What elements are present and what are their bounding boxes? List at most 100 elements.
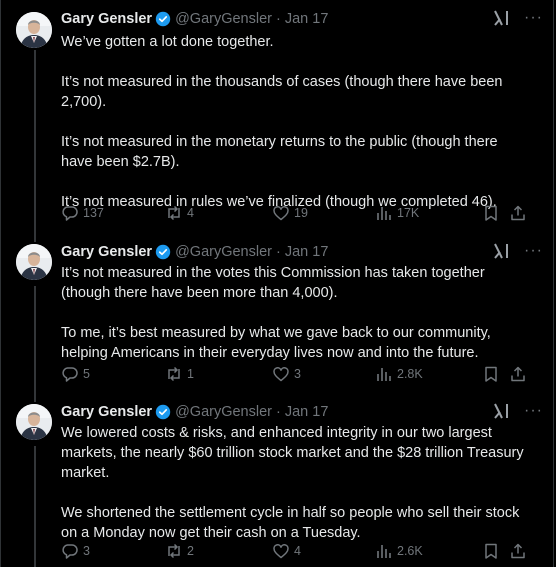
tweet-paragraph: It’s not measured in the thousands of ca… <box>61 74 503 110</box>
repost-count: 4 <box>187 206 194 220</box>
tweet-text: We’ve gotten a lot done together. It’s n… <box>61 32 531 212</box>
thread-connector <box>34 286 36 396</box>
bookmark-button[interactable] <box>482 203 500 223</box>
tweet-header: Gary Gensler @GaryGensler · Jan 17 ··· <box>61 402 543 422</box>
share-button[interactable] <box>509 203 527 223</box>
verified-badge-icon <box>155 11 171 27</box>
views-chart-icon <box>377 545 391 558</box>
author-name[interactable]: Gary Gensler <box>61 244 152 260</box>
repost-button[interactable]: 1 <box>165 364 194 384</box>
repost-button[interactable]: 4 <box>165 203 194 223</box>
thread-connector <box>34 50 36 236</box>
tweet-header: Gary Gensler @GaryGensler · Jan 17 ··· <box>61 9 543 29</box>
views-button[interactable]: 17K <box>375 203 419 223</box>
repost-icon <box>168 205 180 221</box>
share-button[interactable] <box>509 541 527 561</box>
verified-badge-icon <box>155 244 171 260</box>
tweet-header: Gary Gensler @GaryGensler · Jan 17 ··· <box>61 242 543 262</box>
bookmark-icon <box>485 366 497 382</box>
timeline: Gary Gensler @GaryGensler · Jan 17 ··· W… <box>0 0 554 567</box>
more-options-icon[interactable]: ··· <box>524 10 543 26</box>
share-button[interactable] <box>509 364 527 384</box>
reply-button[interactable]: 3 <box>61 541 90 561</box>
avatar-image <box>16 404 52 440</box>
reply-count: 137 <box>83 206 104 220</box>
like-count: 3 <box>294 367 301 381</box>
share-icon <box>511 366 525 382</box>
action-bar: 137 4 19 17K <box>61 203 527 223</box>
tweet-date[interactable]: Jan 17 <box>285 404 329 420</box>
view-count: 2.6K <box>397 544 423 558</box>
views-chart-icon <box>377 207 391 220</box>
reply-icon <box>62 544 78 559</box>
like-button[interactable]: 3 <box>272 364 301 384</box>
author-handle[interactable]: @GaryGensler <box>175 11 272 27</box>
action-bar: 5 1 3 2.8K <box>61 364 527 384</box>
more-options-icon[interactable]: ··· <box>524 403 543 419</box>
reply-button[interactable]: 5 <box>61 364 90 384</box>
reply-icon <box>62 367 78 382</box>
heart-icon <box>273 367 289 382</box>
views-button[interactable]: 2.6K <box>375 541 423 561</box>
tweet-paragraph: We shortened the settlement cycle in hal… <box>61 505 520 541</box>
reply-button[interactable]: 137 <box>61 203 104 223</box>
like-button[interactable]: 4 <box>272 541 301 561</box>
like-count: 4 <box>294 544 301 558</box>
verified-badge-icon <box>155 404 171 420</box>
tweet-text: We lowered costs & risks, and enhanced i… <box>61 423 531 543</box>
author-name[interactable]: Gary Gensler <box>61 404 152 420</box>
tweet-paragraph: It’s not measured in the monetary return… <box>61 134 498 170</box>
bookmark-icon <box>485 543 497 559</box>
like-button[interactable]: 19 <box>272 203 308 223</box>
reply-icon <box>62 206 78 221</box>
thread-connector <box>34 396 36 402</box>
views-chart-icon <box>377 368 391 381</box>
avatar-image <box>16 244 52 280</box>
avatar-image <box>16 12 52 48</box>
reply-count: 3 <box>83 544 90 558</box>
tweet-date[interactable]: Jan 17 <box>285 244 329 260</box>
tweet-date[interactable]: Jan 17 <box>285 11 329 27</box>
tweet-paragraph: We lowered costs & risks, and enhanced i… <box>61 425 524 481</box>
avatar[interactable] <box>16 12 52 48</box>
tweet[interactable]: Gary Gensler @GaryGensler · Jan 17 ··· I… <box>1 236 555 396</box>
view-count: 2.8K <box>397 367 423 381</box>
bookmark-button[interactable] <box>482 541 500 561</box>
tweet-paragraph: It’s not measured in the votes this Comm… <box>61 265 485 301</box>
author-handle[interactable]: @GaryGensler <box>175 244 272 260</box>
grok-icon[interactable] <box>492 242 510 260</box>
thread-connector <box>34 236 36 242</box>
views-button[interactable]: 2.8K <box>375 364 423 384</box>
author-name[interactable]: Gary Gensler <box>61 11 152 27</box>
separator-dot: · <box>276 404 281 420</box>
action-bar: 3 2 4 2.6K <box>61 541 527 561</box>
tweet[interactable]: Gary Gensler @GaryGensler · Jan 17 ··· W… <box>1 0 555 236</box>
repost-count: 1 <box>187 367 194 381</box>
repost-icon <box>168 366 180 382</box>
repost-icon <box>168 543 180 559</box>
avatar[interactable] <box>16 244 52 280</box>
repost-count: 2 <box>187 544 194 558</box>
heart-icon <box>273 544 289 559</box>
heart-icon <box>273 206 289 221</box>
share-icon <box>511 205 525 221</box>
avatar[interactable] <box>16 404 52 440</box>
tweet-text: It’s not measured in the votes this Comm… <box>61 263 531 363</box>
grok-icon[interactable] <box>492 9 510 27</box>
tweet[interactable]: Gary Gensler @GaryGensler · Jan 17 ··· W… <box>1 396 555 567</box>
tweet-paragraph: We’ve gotten a lot done together. <box>61 34 274 50</box>
repost-button[interactable]: 2 <box>165 541 194 561</box>
bookmark-icon <box>485 205 497 221</box>
more-options-icon[interactable]: ··· <box>524 243 543 259</box>
author-handle[interactable]: @GaryGensler <box>175 404 272 420</box>
reply-count: 5 <box>83 367 90 381</box>
share-icon <box>511 543 525 559</box>
like-count: 19 <box>294 206 308 220</box>
bookmark-button[interactable] <box>482 364 500 384</box>
grok-icon[interactable] <box>492 402 510 420</box>
separator-dot: · <box>276 11 281 27</box>
separator-dot: · <box>276 244 281 260</box>
view-count: 17K <box>397 206 420 220</box>
thread-connector <box>34 446 36 567</box>
tweet-paragraph: To me, it’s best measured by what we gav… <box>61 325 491 361</box>
